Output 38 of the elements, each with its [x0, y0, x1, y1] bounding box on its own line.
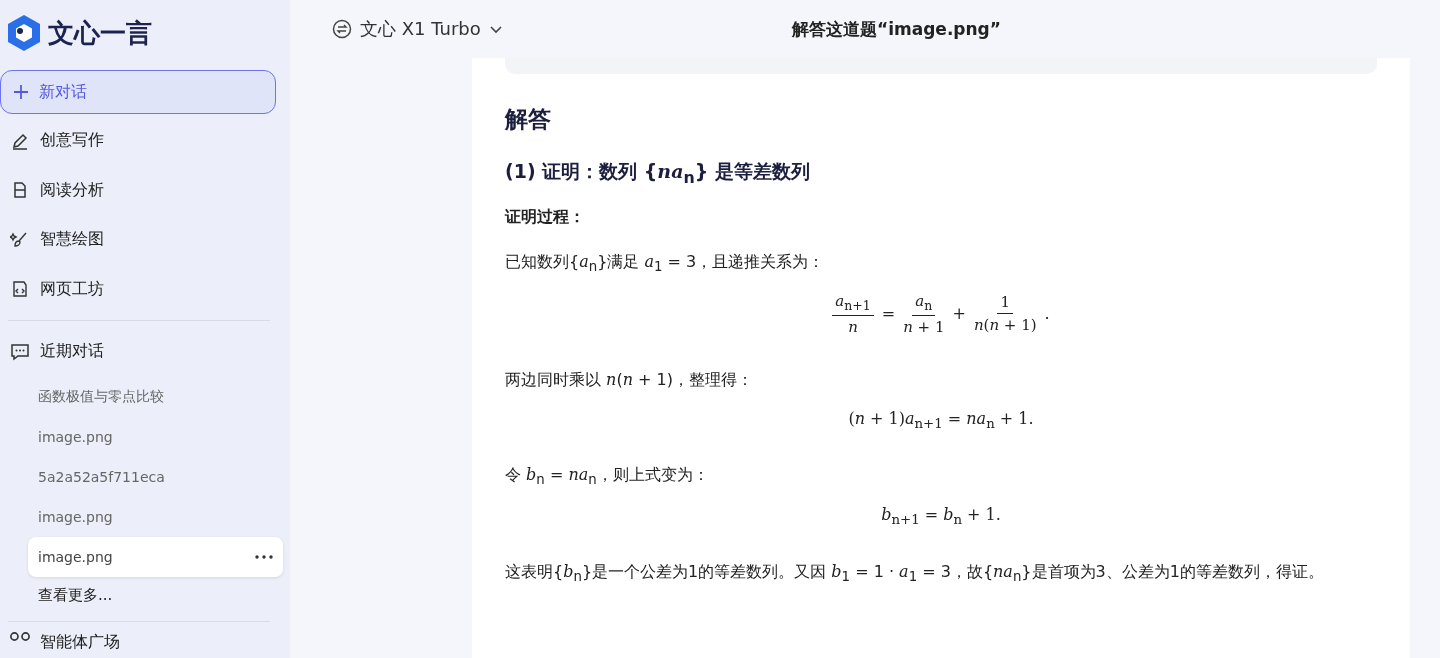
nav-item[interactable]: 智能体广场	[40, 631, 120, 653]
section-title: 近期对话	[40, 341, 104, 363]
paragraph: 令 b$_{n}$ = na$_{n}$，则上式变为：	[505, 465, 710, 488]
code-icon	[10, 279, 30, 300]
logo-text: 文心一言	[48, 16, 152, 50]
label-text: 证明过程：	[505, 206, 585, 228]
equation-text: +	[952, 304, 966, 324]
recent-chat-item[interactable]: image.png	[28, 416, 283, 457]
paragraph: 已知数列{a$_{n}$}满足 a$_{1}$ = 3，且递推关系为：	[505, 251, 826, 274]
agents-icon	[10, 631, 30, 641]
fraction: a$_{n}$ n + 1	[903, 292, 945, 336]
fraction: 1 n(n + 1)	[973, 293, 1037, 335]
equation-text: b$_{n+1}$ = b$_{n}$ + 1.	[881, 505, 1001, 528]
equation-text: (n + 1)a$_{n+1}$ = na$_{n}$ + 1.	[848, 409, 1034, 432]
section-heading: (1) 证明：数列 {na$_{n}$} 是等差数列	[505, 159, 811, 187]
more-icon[interactable]	[255, 554, 273, 559]
chat-bubble-icon	[10, 341, 30, 362]
equation-text: =	[881, 304, 896, 324]
equation-text: .	[1044, 304, 1050, 324]
nav-item[interactable]: 网页工坊	[40, 278, 104, 300]
see-more-link[interactable]: 查看更多...	[38, 586, 113, 605]
nav-item[interactable]: 智慧绘图	[40, 229, 104, 251]
answer-heading: 解答	[505, 105, 552, 134]
paragraph: 这表明{b$_{n}$}是一个公差为1的等差数列。又因 b$_{1}$ = 1 · a$_{1}$ = 3，故{na$_{n}$}是首项为3、公差为1的等差数列，得证。	[505, 561, 1325, 584]
recent-chat-item[interactable]: image.png	[28, 536, 283, 577]
plus-icon	[13, 84, 29, 100]
paragraph: 两边同时乘以 n(n + 1)，整理得：	[505, 370, 754, 391]
recent-chat-item[interactable]: 函数极值与零点比较	[28, 376, 283, 417]
model-selector[interactable]: 文心 X1 Turbo	[360, 17, 481, 41]
new-chat-button[interactable]: 新对话	[0, 70, 276, 114]
recent-chat-item[interactable]: image.png	[28, 496, 283, 537]
nav-item[interactable]: 创意写作	[40, 130, 104, 152]
logo-icon	[6, 14, 42, 52]
nav-item[interactable]: 阅读分析	[40, 179, 104, 201]
switch-icon	[332, 19, 352, 39]
fraction: a$_{n+1}$ n	[832, 292, 874, 336]
conversation-title: 解答这道题“image.png”	[792, 17, 1001, 41]
recent-chat-item[interactable]: 5a2a52a5f711eca	[28, 456, 283, 497]
